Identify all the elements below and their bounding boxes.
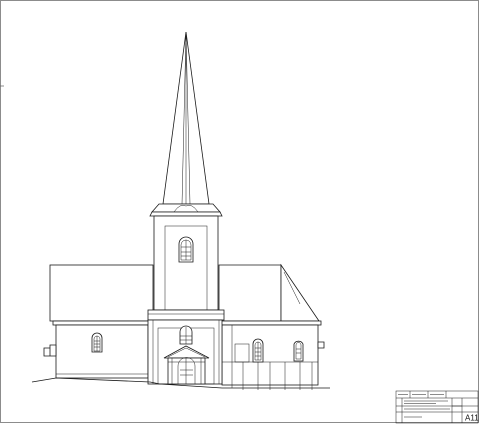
chancel xyxy=(218,263,325,390)
nave xyxy=(43,264,154,379)
tower-cornice xyxy=(147,309,225,321)
tower-window xyxy=(179,325,193,345)
chancel-window-1 xyxy=(252,338,264,363)
nave-buttress xyxy=(43,344,57,357)
spire-base xyxy=(151,203,221,213)
chancel-eave xyxy=(218,320,322,326)
chancel-roof xyxy=(218,264,282,322)
belfry xyxy=(153,215,219,311)
nave-eave xyxy=(52,320,150,326)
title-block: A11 xyxy=(395,390,479,424)
chancel-window-2 xyxy=(293,340,304,362)
tower xyxy=(147,31,225,385)
tower-gable xyxy=(149,211,223,217)
belfry-window xyxy=(178,236,194,263)
nave-window xyxy=(91,332,103,353)
chancel-buttress xyxy=(317,341,325,349)
drawing-sheet: A11 xyxy=(0,0,479,424)
sheet-number: A11 xyxy=(465,414,479,423)
nave-roof xyxy=(49,264,154,322)
chancel-roof-hip xyxy=(280,263,320,322)
